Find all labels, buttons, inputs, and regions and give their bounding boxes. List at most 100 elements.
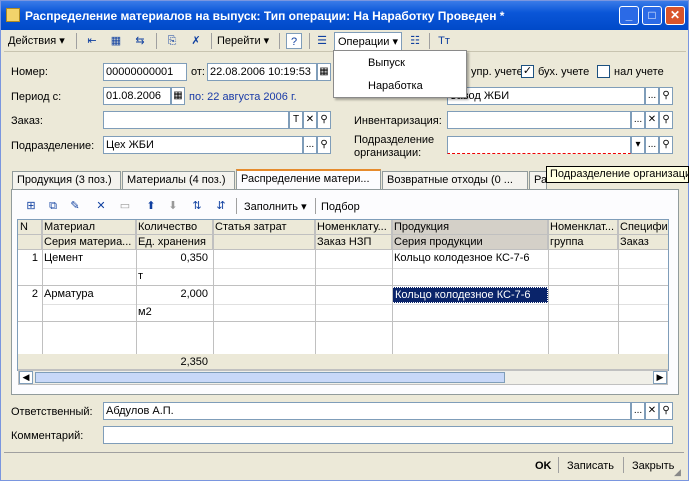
clear-icon[interactable]: ✕ [645,402,659,420]
column-header[interactable]: Количество [136,220,213,235]
org-subdivision-field[interactable] [447,136,631,154]
order-field[interactable] [103,111,289,129]
help-button[interactable]: ? [286,33,302,49]
column-header[interactable]: Заказ НЗП [315,235,392,250]
product-cell[interactable]: Кольцо колодезное КС-7-6 [392,287,548,303]
column-header[interactable]: Ед. хранения [136,235,213,250]
tab-products[interactable]: Продукция (3 поз.) [12,171,121,189]
goto-menu[interactable]: Перейти ▾ [217,32,269,50]
tab-more[interactable]: Ра [529,171,547,189]
fill-menu[interactable]: Заполнить ▾ [244,198,307,216]
select-items-button[interactable]: Подбор [321,198,360,216]
close-button[interactable]: Закрыть [632,457,674,475]
search-icon[interactable]: ⚲ [659,111,673,129]
inventory-field[interactable] [447,111,631,129]
menu-item-output[interactable]: Выпуск [334,53,466,73]
toolbar-separator [279,33,280,49]
movements-icon[interactable]: ⇆ [132,33,148,49]
clear-icon[interactable]: ✕ [645,111,659,129]
search-icon[interactable]: ⚲ [317,136,331,154]
acc-accounting-checkbox[interactable]: ✓ [521,65,534,78]
enter-on-basis-icon[interactable]: ⇤ [84,33,100,49]
responsible-field[interactable]: Абдулов А.П. [103,402,631,420]
unit-cell[interactable]: т [136,269,211,283]
operations-menu[interactable]: Операции ▾ [334,32,403,51]
move-up-icon[interactable]: ⬆ [143,198,159,214]
column-header[interactable]: Серия материа... [42,235,136,250]
period-field[interactable]: 01.08.2006 [103,87,171,105]
settings-list-icon[interactable]: ☷ [407,33,423,49]
material-cell[interactable]: Цемент [42,251,136,265]
column-header[interactable] [213,235,315,250]
quantity-cell[interactable]: 0,350 [136,251,211,265]
column-header[interactable]: N [18,220,42,235]
subdivision-field[interactable]: Цех ЖБИ [103,136,303,154]
clear-icon[interactable]: ✕ [303,111,317,129]
sort-asc-icon[interactable]: ⇅ [189,198,205,214]
column-header[interactable] [18,235,42,250]
tax-accounting-checkbox[interactable] [597,65,610,78]
column-divider [213,220,214,370]
calendar-icon[interactable]: ▦ [317,63,331,81]
save-button[interactable]: Записать [567,457,614,475]
actions-menu[interactable]: Действия ▾ [8,32,65,50]
column-header[interactable]: Номенклату... [315,220,392,235]
close-button[interactable]: ✕ [665,6,685,25]
unit-cell[interactable]: м2 [136,305,211,319]
chevron-down-icon[interactable]: ▾ [631,136,645,154]
search-icon[interactable]: ⚲ [659,87,673,105]
sort-desc-icon[interactable]: ⇵ [213,198,229,214]
ok-button[interactable]: OK [535,457,552,475]
unpost-icon[interactable]: ✗ [188,33,204,49]
scroll-right-icon[interactable]: ▶ [653,371,667,384]
column-header[interactable]: Серия продукции [392,235,548,250]
edit-row-icon[interactable]: ✎ [67,198,83,214]
column-header[interactable]: Продукция [392,220,548,235]
warehouse-field[interactable]: Завод ЖБИ [447,87,645,105]
list-icon[interactable]: ☰ [314,33,330,49]
select-button[interactable]: ... [631,111,645,129]
material-cell[interactable]: Арматура [42,287,136,301]
calendar-icon[interactable]: ▦ [171,87,185,105]
search-icon[interactable]: ⚲ [659,136,673,154]
tab-distribution[interactable]: Распределение матери... [236,169,381,190]
move-down-icon[interactable]: ⬇ [165,198,181,214]
comment-field[interactable] [103,426,673,444]
main-toolbar: Действия ▾ ⇤ ▦ ⇆ ⎘ ✗ Перейти ▾ ? ☰ Опера… [4,30,686,52]
menu-item-work-in-progress[interactable]: Наработка [334,76,466,96]
scroll-thumb[interactable] [35,372,505,383]
scroll-left-icon[interactable]: ◀ [19,371,33,384]
end-edit-icon[interactable]: ▭ [117,198,133,214]
product-cell[interactable]: Кольцо колодезное КС-7-6 [392,251,548,265]
horizontal-scrollbar[interactable]: ◀ ▶ [18,370,668,385]
minimize-button[interactable]: _ [619,6,639,25]
column-header[interactable]: Специфи [618,220,668,235]
column-header[interactable]: Заказ [618,235,668,250]
column-header[interactable]: группа [548,235,618,250]
delete-row-icon[interactable]: ✕ [93,198,109,214]
column-header[interactable]: Материал [42,220,136,235]
post-icon[interactable]: ⎘ [164,33,180,49]
text-icon[interactable]: Tт [436,33,452,49]
copy-row-icon[interactable]: ⧉ [45,198,61,214]
select-button[interactable]: ... [645,136,659,154]
tab-returnable-waste[interactable]: Возвратные отходы (0 ... [382,171,528,189]
select-button[interactable]: ... [631,402,645,420]
select-button[interactable]: ... [303,136,317,154]
search-icon[interactable]: ⚲ [659,402,673,420]
structure-icon[interactable]: ▦ [108,33,124,49]
maximize-button[interactable]: □ [642,6,662,25]
search-icon[interactable]: ⚲ [317,111,331,129]
number-field[interactable]: 00000000001 [103,63,187,81]
column-divider [548,220,549,370]
add-row-icon[interactable]: ⊞ [23,198,39,214]
toolbar-separator [309,33,310,49]
resize-grip-icon[interactable]: ◢ [674,467,686,479]
quantity-cell[interactable]: 2,000 [136,287,211,301]
text-type-icon[interactable]: T [289,111,303,129]
select-button[interactable]: ... [645,87,659,105]
column-header[interactable]: Номенклат... [548,220,618,235]
date-field[interactable]: 22.08.2006 10:19:53 [207,63,317,81]
column-header[interactable]: Статья затрат [213,220,315,235]
tab-materials[interactable]: Материалы (4 поз.) [122,171,235,189]
